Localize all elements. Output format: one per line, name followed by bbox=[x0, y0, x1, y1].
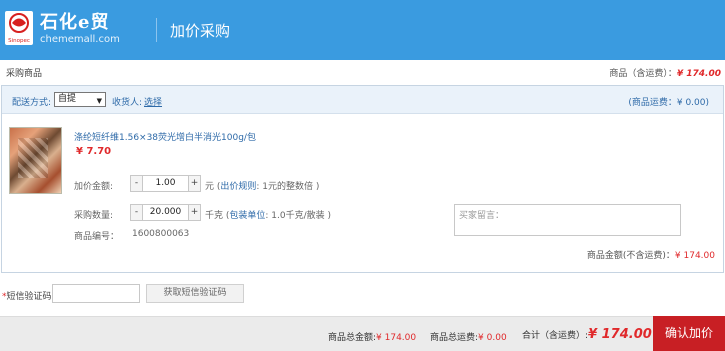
shipping-select[interactable]: 自提 ▼ bbox=[54, 92, 106, 107]
quantity-unit-text: 千克 ( bbox=[205, 211, 230, 221]
markup-rule-link[interactable]: 出价规则 bbox=[220, 182, 256, 192]
order-footer: 商品总金额:¥ 174.00 商品总运费:¥ 0.00 合计（含运费）:¥ 17… bbox=[0, 316, 725, 351]
sms-code-input[interactable] bbox=[52, 284, 140, 303]
product-price: ¥ 7.70 bbox=[76, 146, 112, 157]
shipping-row: 配送方式: 自提 ▼ 收货人: 选择 (商品运费：¥ 0.00) bbox=[2, 86, 723, 114]
shipping-selected-value: 自提 bbox=[58, 94, 77, 104]
footer-total-label: 商品总金额: bbox=[328, 333, 377, 343]
product-name-link[interactable]: 涤纶短纤维1.56×38荧光增白半消光100g/包 bbox=[74, 130, 256, 143]
footer-freight-value: ¥ 0.00 bbox=[478, 333, 507, 343]
quantity-stepper: - 20.000 + bbox=[130, 204, 201, 221]
markup-label: 加价金额: bbox=[74, 182, 114, 192]
footer-total-value: ¥ 174.00 bbox=[376, 333, 417, 343]
quantity-label: 采购数量: bbox=[74, 211, 114, 221]
buyer-remark-textarea[interactable]: 买家留言： bbox=[454, 204, 681, 236]
markup-input[interactable]: 1.00 bbox=[143, 175, 188, 192]
footer-total: 商品总金额:¥ 174.00 bbox=[328, 330, 416, 343]
quantity-increment-button[interactable]: + bbox=[188, 204, 201, 221]
markup-unit-text: 元 ( bbox=[205, 182, 221, 192]
app-header: Sinopec 石化e贸 chememall.com 加价采购 bbox=[0, 0, 725, 60]
brand-name: 石化e贸 bbox=[40, 12, 110, 33]
footer-sum: 合计（含运费）:¥ 174.00 bbox=[522, 327, 652, 342]
confirm-markup-button[interactable]: 确认加价 bbox=[653, 316, 725, 351]
receiver-label: 收货人: bbox=[112, 98, 143, 108]
sinopec-logo-icon: Sinopec bbox=[5, 11, 33, 45]
chevron-down-icon: ▼ bbox=[96, 97, 102, 105]
summary-price: ¥ 174.00 bbox=[676, 69, 721, 79]
section-summary: 商品（含运费）：¥ 174.00 bbox=[609, 66, 721, 79]
summary-label: 商品（含运费）： bbox=[609, 69, 677, 79]
get-sms-code-button[interactable]: 获取短信验证码 bbox=[146, 284, 244, 303]
package-unit-text: : 1.0千克/散装 ) bbox=[265, 211, 332, 221]
product-card: 配送方式: 自提 ▼ 收货人: 选择 (商品运费：¥ 0.00) 涤纶短纤维1.… bbox=[1, 85, 724, 273]
quantity-unit: 千克 (包装单位: 1.0千克/散装 ) bbox=[205, 208, 331, 221]
section-title: 采购商品 bbox=[6, 69, 43, 79]
shipping-label: 配送方式: bbox=[12, 98, 52, 108]
product-amount-value: ¥ 174.00 bbox=[674, 251, 715, 261]
markup-decrement-button[interactable]: - bbox=[130, 175, 143, 192]
footer-sum-value: ¥ 174.00 bbox=[588, 327, 652, 342]
quantity-input[interactable]: 20.000 bbox=[143, 204, 188, 221]
markup-increment-button[interactable]: + bbox=[188, 175, 201, 192]
brand-domain: chememall.com bbox=[40, 34, 120, 45]
footer-sum-label: 合计（含运费）: bbox=[522, 331, 589, 341]
svg-text:Sinopec: Sinopec bbox=[8, 38, 30, 44]
quantity-decrement-button[interactable]: - bbox=[130, 204, 143, 221]
product-image[interactable] bbox=[9, 127, 62, 194]
markup-stepper: - 1.00 + bbox=[130, 175, 201, 192]
page-title: 加价采购 bbox=[170, 22, 231, 40]
markup-rule-text: : 1元的整数倍 ) bbox=[256, 182, 320, 192]
receiver-select-link[interactable]: 选择 bbox=[144, 95, 162, 108]
freight-info: (商品运费：¥ 0.00) bbox=[628, 98, 709, 108]
product-code-value: 1600800063 bbox=[132, 229, 190, 239]
product-code-label: 商品编号： bbox=[74, 232, 120, 242]
package-unit-link[interactable]: 包装单位 bbox=[229, 211, 265, 221]
markup-unit: 元 (出价规则: 1元的整数倍 ) bbox=[205, 179, 319, 192]
footer-freight: 商品总运费:¥ 0.00 bbox=[430, 330, 507, 343]
footer-freight-label: 商品总运费: bbox=[430, 333, 479, 343]
product-amount: 商品金额(不含运费)：¥ 174.00 bbox=[587, 248, 715, 261]
header-divider bbox=[156, 18, 157, 42]
product-amount-label: 商品金额(不含运费)： bbox=[586, 251, 675, 261]
